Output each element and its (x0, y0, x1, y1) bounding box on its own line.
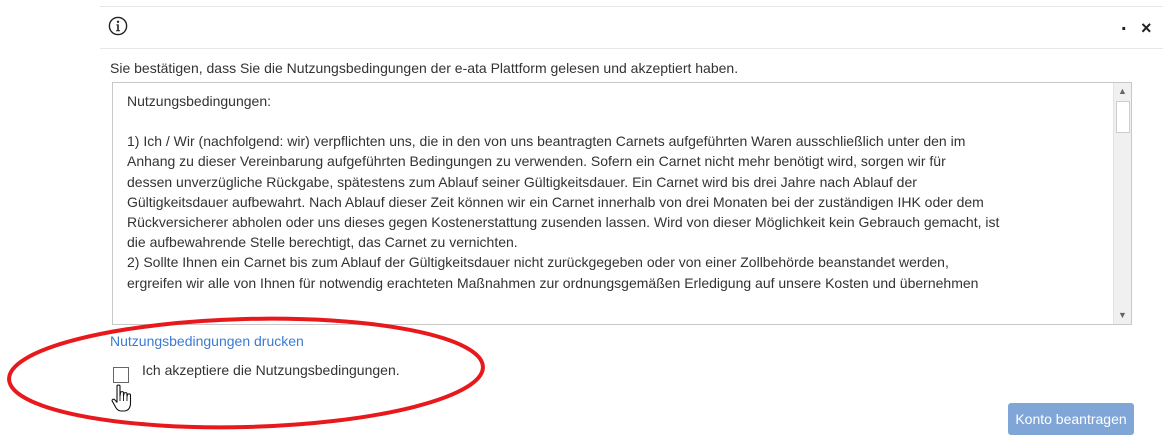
request-account-button[interactable]: Konto beantragen (1008, 403, 1134, 435)
red-highlight-ellipse (7, 316, 485, 430)
